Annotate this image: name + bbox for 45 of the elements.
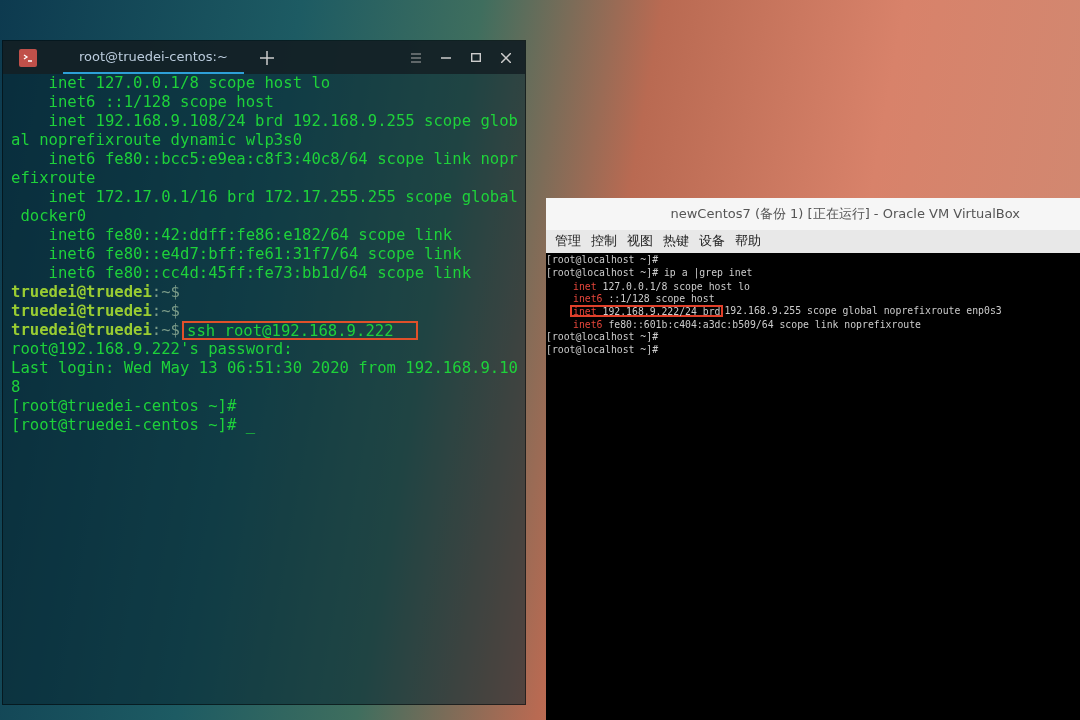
prompt-path: :~$	[151, 321, 180, 340]
window-title: newCentos7 (备份 1) [正在运行] - Oracle VM VirtualBox	[546, 198, 1080, 230]
terminal-line: docker0	[19, 207, 87, 226]
terminal-line: [root@truedei-centos ~]# _	[11, 416, 256, 435]
minimize-icon[interactable]	[441, 56, 451, 59]
terminal-line: inet 127.0.0.1/8 scope host lo	[47, 74, 331, 93]
terminal-line: inet6 fe80::cc4d:45ff:fe73:bb1d/64 scope link	[47, 264, 472, 283]
terminal-icon	[19, 48, 37, 67]
menu-item[interactable]: 设备	[694, 233, 730, 250]
menu-item[interactable]: 控制	[586, 233, 622, 250]
terminal-line: inet6 fe80::bcc5:e9ea:c8f3:40c8/64 scope link nopr	[47, 150, 518, 169]
terminal-line: inet 172.17.0.1/16 brd 172.17.255.255 scope global	[47, 188, 518, 207]
menu-item[interactable]: 热键	[658, 233, 694, 250]
terminal-line: al noprefixroute dynamic wlp3s0	[11, 131, 303, 150]
menu-item[interactable]: 帮助	[730, 233, 766, 250]
plus-icon[interactable]	[259, 50, 274, 65]
console-line: [root@localhost ~]# ip a |grep inet	[546, 266, 753, 280]
prompt-user: truedei@truedei	[11, 321, 152, 340]
terminal-line: Last login: Wed May 13 06:51:30 2020 from 192.168.9.10	[11, 359, 518, 378]
menu-item[interactable]: 视图	[622, 233, 658, 250]
console-line: [root@localhost ~]#	[546, 343, 659, 357]
prompt-user: truedei@truedei	[11, 283, 152, 302]
console-line: [root@localhost ~]#	[546, 330, 659, 344]
terminal-line: inet6 ::1/128 scope host	[47, 93, 274, 112]
address-text: inet 192.168.9.222/24 brd	[570, 305, 724, 318]
terminal-line: inet 192.168.9.108/24 brd 192.168.9.255 scope glob	[47, 112, 518, 131]
terminal-line: inet6 fe80::42:ddff:fe86:e182/64 scope link	[47, 226, 453, 245]
address-text: inet6 ::1/128 scope host	[572, 292, 716, 305]
prompt-path: :~$	[151, 283, 180, 302]
terminal-line: efixroute	[11, 169, 96, 188]
close-icon[interactable]	[501, 52, 511, 63]
terminal-line: 8	[11, 378, 21, 397]
console-line: [root@localhost ~]#	[546, 254, 659, 267]
maximize-icon[interactable]	[471, 53, 481, 62]
address-rest: 192.168.9.255 scope global noprefixroute enp0s3	[724, 305, 1002, 318]
terminal-line: [root@truedei-centos ~]#	[11, 397, 237, 416]
terminal-line: inet6 fe80::e4d7:bff:fe61:31f7/64 scope link	[47, 245, 462, 264]
prompt-path: :~$	[151, 302, 180, 321]
address-text: inet6 fe80::601b:c404:a3dc:b509/64 scope link noprefixroute	[572, 318, 922, 330]
terminal-command: ssh root@192.168.9.222	[182, 321, 418, 340]
terminal-line: root@192.168.9.222's password:	[11, 340, 293, 359]
menu-icon[interactable]	[411, 52, 421, 63]
address-text: inet 127.0.0.1/8 scope host lo	[572, 279, 751, 292]
menu-item[interactable]: 管理	[550, 233, 586, 250]
prompt-user: truedei@truedei	[11, 302, 152, 321]
